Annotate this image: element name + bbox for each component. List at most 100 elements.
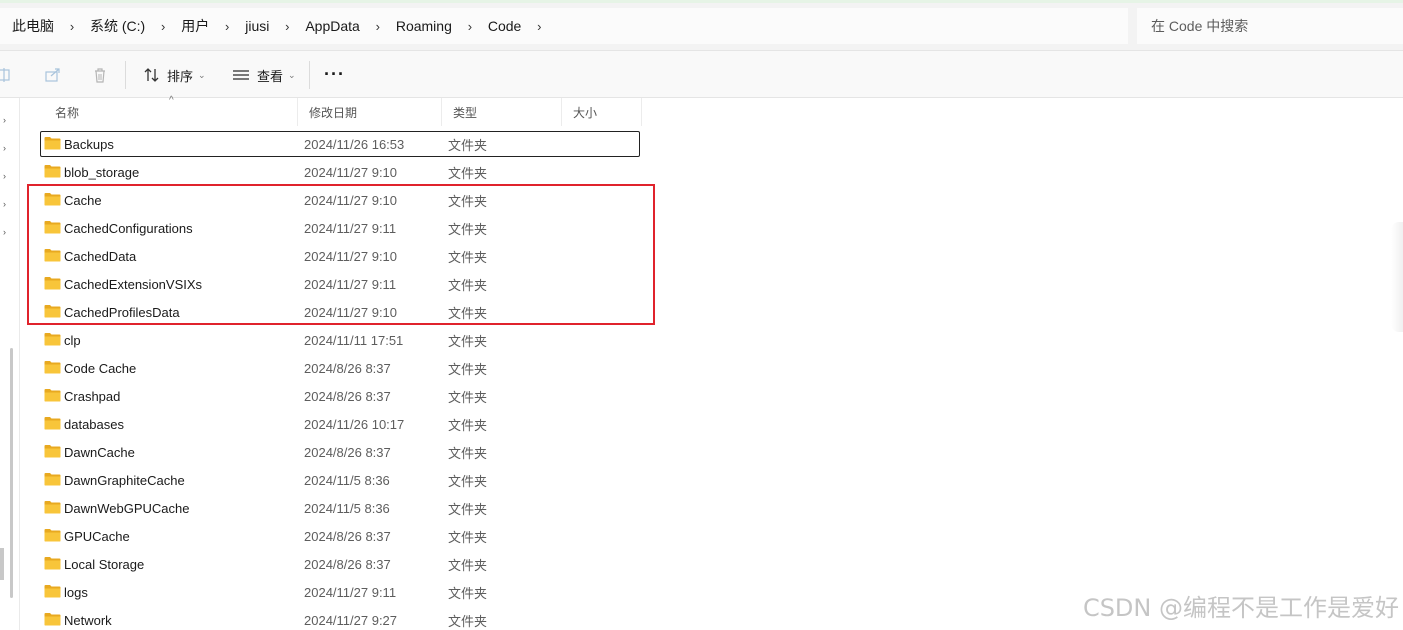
file-type: 文件夹 [448,249,488,265]
sort-icon [143,67,161,83]
column-header-name-label: 名称 [55,105,80,120]
delete-icon[interactable] [90,65,110,85]
breadcrumb-chevron-icon[interactable]: › [521,19,557,34]
nav-expand-chevron-icon[interactable]: › [3,143,6,153]
command-bar: 排序 ⌄ 查看 ⌄ ··· [0,50,1403,98]
folder-icon [44,136,61,150]
rename-icon[interactable] [0,65,14,85]
folder-icon [44,276,61,290]
file-modified-date: 2024/11/27 9:10 [304,192,398,208]
breadcrumb-item[interactable]: 此电脑 [12,16,54,36]
file-row[interactable]: databases 2024/11/26 10:17 文件夹 [22,410,642,438]
file-type: 文件夹 [448,193,488,209]
breadcrumb-chevron-icon[interactable]: › [269,19,305,34]
file-row[interactable]: Code Cache 2024/8/26 8:37 文件夹 [22,354,642,382]
nav-expand-chevron-icon[interactable]: › [3,171,6,181]
column-header-type[interactable]: 类型 [442,98,562,126]
column-header-date[interactable]: 修改日期 [298,98,442,126]
file-row[interactable]: DawnWebGPUCache 2024/11/5 8:36 文件夹 [22,494,642,522]
toolbar-divider [309,61,310,89]
file-row[interactable]: Network 2024/11/27 9:27 文件夹 [22,606,642,630]
file-name: DawnCache [64,444,135,460]
file-row[interactable]: blob_storage 2024/11/27 9:10 文件夹 [22,158,642,186]
watermark: CSDN @编程不是工作是爱好 [1082,594,1399,622]
file-name: databases [64,416,124,432]
file-type: 文件夹 [448,361,488,377]
file-name: clp [64,332,81,348]
view-button[interactable]: 查看 ⌄ [226,61,302,89]
file-type: 文件夹 [448,501,488,517]
file-type: 文件夹 [448,529,488,545]
file-modified-date: 2024/11/26 16:53 [304,136,405,152]
folder-icon [44,360,61,374]
file-modified-date: 2024/8/26 8:37 [304,444,391,460]
nav-scrollbar[interactable] [10,348,13,598]
file-row[interactable]: Local Storage 2024/8/26 8:37 文件夹 [22,550,642,578]
view-icon [232,68,250,82]
file-type: 文件夹 [448,277,488,293]
file-row[interactable]: Cache 2024/11/27 9:10 文件夹 [22,186,642,214]
breadcrumb-item[interactable]: Code [488,18,521,34]
file-row[interactable]: Backups 2024/11/26 16:53 文件夹 [22,130,642,158]
edge-panel-tab[interactable] [1391,222,1403,332]
file-row[interactable]: Crashpad 2024/8/26 8:37 文件夹 [22,382,642,410]
breadcrumb-chevron-icon[interactable]: › [452,19,488,34]
column-header-row: ^ 名称 修改日期 类型 大小 [22,95,642,126]
file-name: Backups [64,136,114,152]
file-name: GPUCache [64,528,130,544]
column-header-size-label: 大小 [573,105,598,120]
breadcrumb-item[interactable]: 系统 (C:) [90,16,145,36]
file-type: 文件夹 [448,389,488,405]
file-modified-date: 2024/11/27 9:11 [304,584,397,600]
search-input[interactable] [1137,8,1403,44]
file-name: Local Storage [64,556,145,572]
more-options-button[interactable]: ··· [324,65,345,83]
file-row[interactable]: CachedExtensionVSIXs 2024/11/27 9:11 文件夹 [22,270,642,298]
file-modified-date: 2024/11/27 9:27 [304,612,398,628]
nav-expand-chevron-icon[interactable]: › [3,199,6,209]
breadcrumb-chevron-icon[interactable]: › [209,19,245,34]
nav-expand-chevron-icon[interactable]: › [3,227,6,237]
file-modified-date: 2024/11/27 9:10 [304,164,398,180]
file-type: 文件夹 [448,445,488,461]
breadcrumb[interactable]: 此电脑 › 系统 (C:) › 用户 › jiusi › AppData › Roaming › Cod… [0,8,1128,44]
file-type: 文件夹 [448,333,488,349]
folder-icon [44,612,61,626]
file-explorer-window: 此电脑 › 系统 (C:) › 用户 › jiusi › AppData › Roaming › Cod… [0,0,1403,630]
file-row[interactable]: CachedProfilesData 2024/11/27 9:10 文件夹 [22,298,642,326]
breadcrumb-chevron-icon[interactable]: › [360,19,396,34]
file-row[interactable]: CachedData 2024/11/27 9:10 文件夹 [22,242,642,270]
file-name: CachedExtensionVSIXs [64,276,203,292]
sort-button[interactable]: 排序 ⌄ [137,61,212,89]
file-row[interactable]: GPUCache 2024/8/26 8:37 文件夹 [22,522,642,550]
sort-chevron-down-icon: ⌄ [198,69,206,80]
breadcrumb-item[interactable]: Roaming [396,18,452,34]
share-icon[interactable] [43,65,63,85]
column-header-size[interactable]: 大小 [562,98,642,126]
file-row[interactable]: clp 2024/11/11 17:51 文件夹 [22,326,642,354]
file-row[interactable]: DawnCache 2024/8/26 8:37 文件夹 [22,438,642,466]
column-header-name[interactable]: 名称 [44,98,298,126]
breadcrumb-item[interactable]: AppData [305,18,359,34]
folder-icon [44,164,61,178]
breadcrumb-chevron-icon[interactable]: › [145,19,181,34]
file-name: Code Cache [64,360,137,376]
folder-icon [44,500,61,514]
file-name: DawnWebGPUCache [64,500,190,516]
file-row[interactable]: logs 2024/11/27 9:11 文件夹 [22,578,642,606]
file-modified-date: 2024/8/26 8:37 [304,528,391,544]
breadcrumb-item[interactable]: 用户 [181,16,209,36]
file-name: blob_storage [64,164,140,180]
breadcrumb-item[interactable]: jiusi [245,18,269,34]
file-row[interactable]: CachedConfigurations 2024/11/27 9:11 文件夹 [22,214,642,242]
folder-icon [44,388,61,402]
folder-icon [44,472,61,486]
breadcrumb-chevron-icon[interactable]: › [54,19,90,34]
toolbar-divider [125,61,126,89]
navigation-pane[interactable]: › › › › › [0,98,20,630]
column-header-type-label: 类型 [453,105,478,120]
nav-expand-chevron-icon[interactable]: › [3,115,6,125]
file-modified-date: 2024/11/27 9:10 [304,304,398,320]
file-row[interactable]: DawnGraphiteCache 2024/11/5 8:36 文件夹 [22,466,642,494]
file-name: Crashpad [64,388,121,404]
